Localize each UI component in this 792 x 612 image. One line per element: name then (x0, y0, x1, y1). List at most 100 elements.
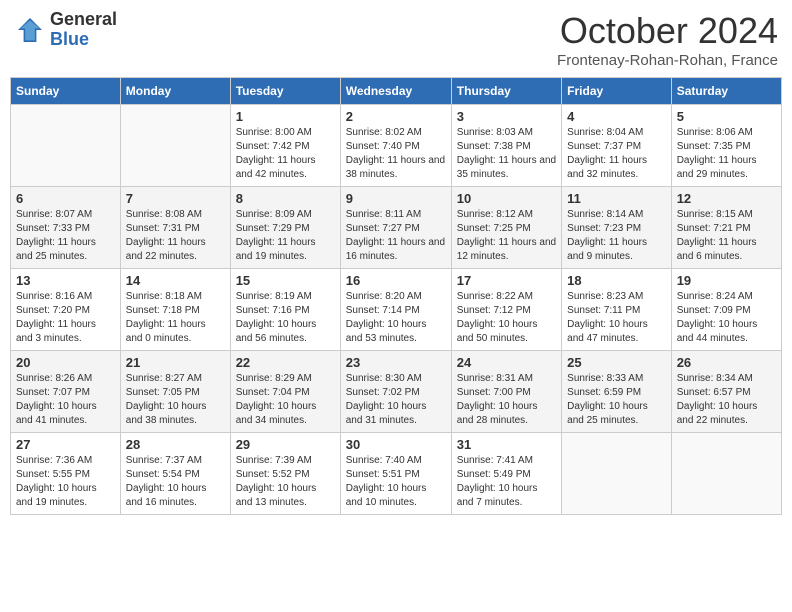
cell-details: Sunrise: 8:14 AM Sunset: 7:23 PM Dayligh… (567, 208, 666, 264)
day-number: 5 (677, 109, 776, 124)
day-number: 26 (677, 355, 776, 370)
day-number: 21 (126, 355, 225, 370)
week-row-2: 6 Sunrise: 8:07 AM Sunset: 7:33 PM Daylig… (11, 187, 782, 269)
day-number: 4 (567, 109, 666, 124)
calendar-cell (11, 105, 121, 187)
day-number: 8 (236, 191, 335, 206)
calendar-cell: 16 Sunrise: 8:20 AM Sunset: 7:14 PM Dayli… (340, 269, 451, 351)
calendar-cell: 20 Sunrise: 8:26 AM Sunset: 7:07 PM Dayli… (11, 351, 121, 433)
calendar-cell: 22 Sunrise: 8:29 AM Sunset: 7:04 PM Dayli… (230, 351, 340, 433)
day-number: 28 (126, 437, 225, 452)
calendar-cell: 11 Sunrise: 8:14 AM Sunset: 7:23 PM Dayli… (562, 187, 672, 269)
cell-details: Sunrise: 7:41 AM Sunset: 5:49 PM Dayligh… (457, 454, 556, 510)
day-number: 30 (346, 437, 446, 452)
week-row-3: 13Sunrise: 8:16 AM Sunset: 7:20 PM Dayli… (11, 269, 782, 351)
day-number: 9 (346, 191, 446, 206)
cell-details: Sunrise: 8:15 AM Sunset: 7:21 PM Dayligh… (677, 208, 776, 264)
day-number: 23 (346, 355, 446, 370)
cell-details: Sunrise: 8:03 AM Sunset: 7:38 PM Dayligh… (457, 126, 556, 182)
header-day-sunday: Sunday (11, 78, 121, 105)
cell-details: Sunrise: 8:19 AM Sunset: 7:16 PM Dayligh… (236, 290, 335, 346)
calendar-cell: 31Sunrise: 7:41 AM Sunset: 5:49 PM Dayli… (451, 433, 561, 515)
calendar-cell: 2 Sunrise: 8:02 AM Sunset: 7:40 PM Daylig… (340, 105, 451, 187)
calendar-cell: 4 Sunrise: 8:04 AM Sunset: 7:37 PM Daylig… (562, 105, 672, 187)
cell-details: Sunrise: 8:02 AM Sunset: 7:40 PM Dayligh… (346, 126, 446, 182)
cell-details: Sunrise: 8:04 AM Sunset: 7:37 PM Dayligh… (567, 126, 666, 182)
header-day-friday: Friday (562, 78, 672, 105)
month-title: October 2024 (557, 10, 778, 52)
day-number: 24 (457, 355, 556, 370)
cell-details: Sunrise: 8:33 AM Sunset: 6:59 PM Dayligh… (567, 372, 666, 428)
title-block: October 2024 Frontenay-Rohan-Rohan, Fran… (557, 10, 778, 69)
calendar-cell: 13Sunrise: 8:16 AM Sunset: 7:20 PM Dayli… (11, 269, 121, 351)
calendar-cell: 25 Sunrise: 8:33 AM Sunset: 6:59 PM Dayli… (562, 351, 672, 433)
calendar-cell: 1 Sunrise: 8:00 AM Sunset: 7:42 PM Daylig… (230, 105, 340, 187)
cell-details: Sunrise: 8:29 AM Sunset: 7:04 PM Dayligh… (236, 372, 335, 428)
day-number: 25 (567, 355, 666, 370)
header-day-tuesday: Tuesday (230, 78, 340, 105)
calendar-cell: 10 Sunrise: 8:12 AM Sunset: 7:25 PM Dayli… (451, 187, 561, 269)
calendar-cell: 14Sunrise: 8:18 AM Sunset: 7:18 PM Dayli… (120, 269, 230, 351)
day-number: 16 (346, 273, 446, 288)
calendar-cell: 28 Sunrise: 7:37 AM Sunset: 5:54 PM Dayli… (120, 433, 230, 515)
calendar-cell: 3 Sunrise: 8:03 AM Sunset: 7:38 PM Daylig… (451, 105, 561, 187)
day-number: 7 (126, 191, 225, 206)
cell-details: Sunrise: 8:24 AM Sunset: 7:09 PM Dayligh… (677, 290, 776, 346)
cell-details: Sunrise: 7:39 AM Sunset: 5:52 PM Dayligh… (236, 454, 335, 510)
day-number: 6 (16, 191, 115, 206)
week-row-4: 20 Sunrise: 8:26 AM Sunset: 7:07 PM Dayli… (11, 351, 782, 433)
day-number: 2 (346, 109, 446, 124)
calendar-cell (671, 433, 781, 515)
calendar-cell: 18 Sunrise: 8:23 AM Sunset: 7:11 PM Dayli… (562, 269, 672, 351)
day-number: 1 (236, 109, 335, 124)
calendar-cell: 21 Sunrise: 8:27 AM Sunset: 7:05 PM Dayli… (120, 351, 230, 433)
cell-details: Sunrise: 8:00 AM Sunset: 7:42 PM Dayligh… (236, 126, 335, 182)
day-number: 27 (16, 437, 115, 452)
cell-details: Sunrise: 8:23 AM Sunset: 7:11 PM Dayligh… (567, 290, 666, 346)
day-number: 10 (457, 191, 556, 206)
cell-details: Sunrise: 8:07 AM Sunset: 7:33 PM Dayligh… (16, 208, 115, 264)
calendar-cell: 7Sunrise: 8:08 AM Sunset: 7:31 PM Daylig… (120, 187, 230, 269)
cell-details: Sunrise: 7:37 AM Sunset: 5:54 PM Dayligh… (126, 454, 225, 510)
calendar-cell: 26 Sunrise: 8:34 AM Sunset: 6:57 PM Dayli… (671, 351, 781, 433)
logo-icon (14, 14, 46, 46)
cell-details: Sunrise: 8:20 AM Sunset: 7:14 PM Dayligh… (346, 290, 446, 346)
calendar-cell: 27 Sunrise: 7:36 AM Sunset: 5:55 PM Dayli… (11, 433, 121, 515)
calendar-cell (562, 433, 672, 515)
logo: General Blue (14, 10, 117, 50)
calendar-cell: 19Sunrise: 8:24 AM Sunset: 7:09 PM Dayli… (671, 269, 781, 351)
day-number: 20 (16, 355, 115, 370)
day-number: 18 (567, 273, 666, 288)
header-day-saturday: Saturday (671, 78, 781, 105)
calendar-cell: 17Sunrise: 8:22 AM Sunset: 7:12 PM Dayli… (451, 269, 561, 351)
cell-details: Sunrise: 8:16 AM Sunset: 7:20 PM Dayligh… (16, 290, 115, 346)
cell-details: Sunrise: 7:36 AM Sunset: 5:55 PM Dayligh… (16, 454, 115, 510)
day-number: 17 (457, 273, 556, 288)
calendar-cell: 8 Sunrise: 8:09 AM Sunset: 7:29 PM Daylig… (230, 187, 340, 269)
day-number: 3 (457, 109, 556, 124)
location-title: Frontenay-Rohan-Rohan, France (557, 52, 778, 69)
cell-details: Sunrise: 8:09 AM Sunset: 7:29 PM Dayligh… (236, 208, 335, 264)
header-day-monday: Monday (120, 78, 230, 105)
cell-details: Sunrise: 8:34 AM Sunset: 6:57 PM Dayligh… (677, 372, 776, 428)
day-number: 12 (677, 191, 776, 206)
calendar-cell (120, 105, 230, 187)
header-row: SundayMondayTuesdayWednesdayThursdayFrid… (11, 78, 782, 105)
calendar-cell: 30Sunrise: 7:40 AM Sunset: 5:51 PM Dayli… (340, 433, 451, 515)
cell-details: Sunrise: 8:12 AM Sunset: 7:25 PM Dayligh… (457, 208, 556, 264)
logo-blue-text: Blue (50, 30, 117, 50)
calendar-cell: 6 Sunrise: 8:07 AM Sunset: 7:33 PM Daylig… (11, 187, 121, 269)
cell-details: Sunrise: 8:30 AM Sunset: 7:02 PM Dayligh… (346, 372, 446, 428)
cell-details: Sunrise: 8:27 AM Sunset: 7:05 PM Dayligh… (126, 372, 225, 428)
week-row-5: 27 Sunrise: 7:36 AM Sunset: 5:55 PM Dayli… (11, 433, 782, 515)
header-day-thursday: Thursday (451, 78, 561, 105)
calendar-cell: 15Sunrise: 8:19 AM Sunset: 7:16 PM Dayli… (230, 269, 340, 351)
day-number: 22 (236, 355, 335, 370)
calendar-cell: 5Sunrise: 8:06 AM Sunset: 7:35 PM Daylig… (671, 105, 781, 187)
cell-details: Sunrise: 8:26 AM Sunset: 7:07 PM Dayligh… (16, 372, 115, 428)
week-row-1: 1 Sunrise: 8:00 AM Sunset: 7:42 PM Daylig… (11, 105, 782, 187)
day-number: 11 (567, 191, 666, 206)
calendar-table: SundayMondayTuesdayWednesdayThursdayFrid… (10, 77, 782, 515)
calendar-cell: 12 Sunrise: 8:15 AM Sunset: 7:21 PM Dayli… (671, 187, 781, 269)
logo-general-text: General (50, 10, 117, 30)
